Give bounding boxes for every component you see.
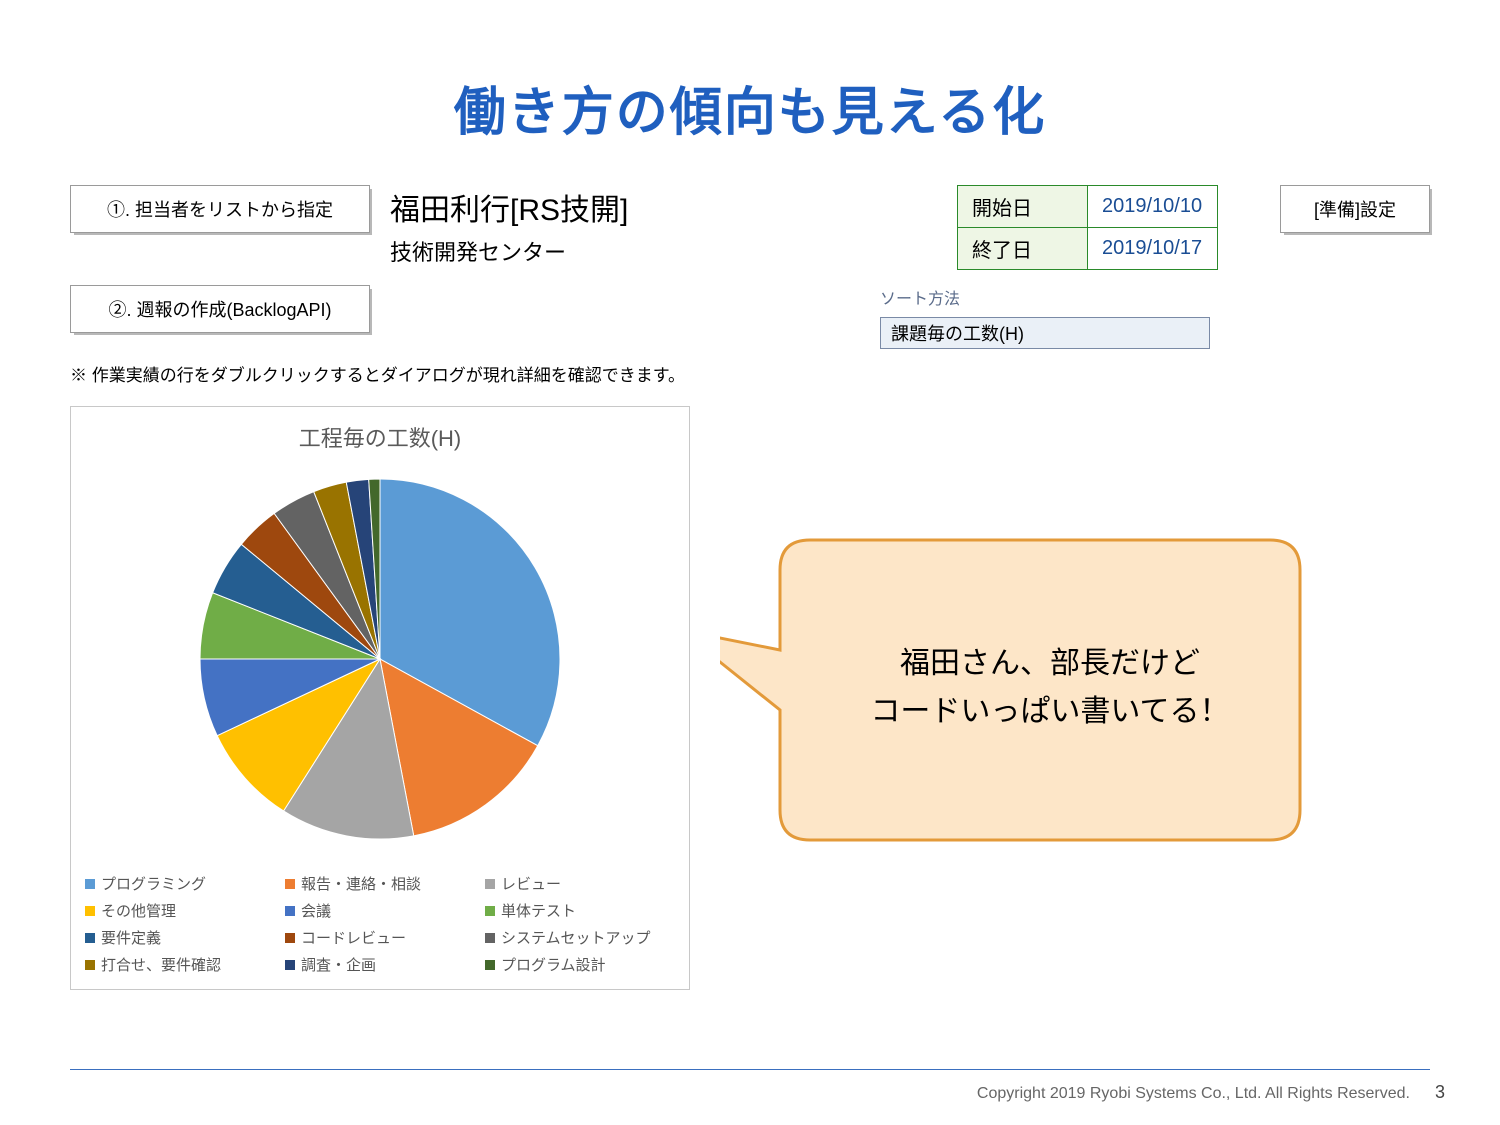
legend-item: 調査・企画 bbox=[285, 954, 475, 975]
legend-swatch bbox=[285, 960, 295, 970]
pie-chart-panel: 工程毎の工数(H) プログラミング 報告・連絡・相談 レビューその他管理 会議 単体テス… bbox=[70, 406, 690, 990]
footer-divider bbox=[70, 1069, 1430, 1070]
legend-label: プログラム設計 bbox=[501, 954, 606, 975]
sort-label: ソート方法 bbox=[880, 285, 1210, 309]
legend-label: コードレビュー bbox=[301, 927, 406, 948]
callout-line-2: コードいっぱい書いてる！ bbox=[780, 688, 1320, 736]
legend-swatch bbox=[285, 906, 295, 916]
create-weekly-report-button[interactable]: ②. 週報の作成(BacklogAPI) bbox=[70, 285, 370, 333]
legend-label: 会議 bbox=[301, 900, 331, 921]
start-date-value[interactable]: 2019/10/10 bbox=[1088, 186, 1218, 228]
legend-label: 打合せ、要件確認 bbox=[101, 954, 221, 975]
hint-text: ※ 作業実績の行をダブルクリックするとダイアログが現れ詳細を確認できます。 bbox=[70, 361, 1430, 386]
legend-item: 打合せ、要件確認 bbox=[85, 954, 275, 975]
legend-label: 単体テスト bbox=[501, 900, 576, 921]
slide-title: 働き方の傾向も見える化 bbox=[70, 70, 1430, 145]
end-date-value[interactable]: 2019/10/17 bbox=[1088, 228, 1218, 270]
speech-callout: 福田さん、部長だけど コードいっぱい書いてる！ bbox=[720, 510, 1360, 890]
legend-item: プログラム設計 bbox=[485, 954, 675, 975]
legend-item: プログラミング bbox=[85, 873, 275, 894]
chart-title: 工程毎の工数(H) bbox=[85, 421, 675, 453]
legend-swatch bbox=[85, 933, 95, 943]
copyright: Copyright 2019 Ryobi Systems Co., Ltd. A… bbox=[977, 1085, 1410, 1103]
legend-label: プログラミング bbox=[101, 873, 206, 894]
legend-label: レビュー bbox=[501, 873, 561, 894]
start-date-label: 開始日 bbox=[958, 186, 1088, 228]
legend-swatch bbox=[85, 906, 95, 916]
legend-label: システムセットアップ bbox=[501, 927, 651, 948]
legend-item: 報告・連絡・相談 bbox=[285, 873, 475, 894]
legend-swatch bbox=[485, 933, 495, 943]
page-number: 3 bbox=[1435, 1082, 1445, 1103]
legend-item: コードレビュー bbox=[285, 927, 475, 948]
date-table: 開始日 2019/10/10 終了日 2019/10/17 bbox=[957, 185, 1218, 270]
legend-item: 要件定義 bbox=[85, 927, 275, 948]
legend-swatch bbox=[285, 933, 295, 943]
legend-item: その他管理 bbox=[85, 900, 275, 921]
prepare-settings-button[interactable]: [準備]設定 bbox=[1280, 185, 1430, 233]
callout-line-1: 福田さん、部長だけど bbox=[780, 640, 1320, 688]
legend-swatch bbox=[485, 906, 495, 916]
legend-label: 報告・連絡・相談 bbox=[301, 873, 421, 894]
end-date-label: 終了日 bbox=[958, 228, 1088, 270]
sort-select[interactable]: 課題毎の工数(H) bbox=[880, 317, 1210, 349]
legend-swatch bbox=[485, 879, 495, 889]
legend-item: 単体テスト bbox=[485, 900, 675, 921]
legend-swatch bbox=[85, 879, 95, 889]
legend-swatch bbox=[485, 960, 495, 970]
legend-item: 会議 bbox=[285, 900, 475, 921]
pie-chart bbox=[150, 459, 610, 859]
legend-swatch bbox=[85, 960, 95, 970]
legend-label: その他管理 bbox=[101, 900, 176, 921]
legend-item: システムセットアップ bbox=[485, 927, 675, 948]
chart-legend: プログラミング 報告・連絡・相談 レビューその他管理 会議 単体テスト要件定義 コードレビ… bbox=[85, 873, 675, 975]
legend-label: 調査・企画 bbox=[301, 954, 376, 975]
legend-item: レビュー bbox=[485, 873, 675, 894]
person-name: 福田利行[RS技開] bbox=[390, 185, 628, 229]
select-person-button[interactable]: ①. 担当者をリストから指定 bbox=[70, 185, 370, 233]
person-dept: 技術開発センター bbox=[390, 235, 628, 267]
legend-swatch bbox=[285, 879, 295, 889]
legend-label: 要件定義 bbox=[101, 927, 161, 948]
